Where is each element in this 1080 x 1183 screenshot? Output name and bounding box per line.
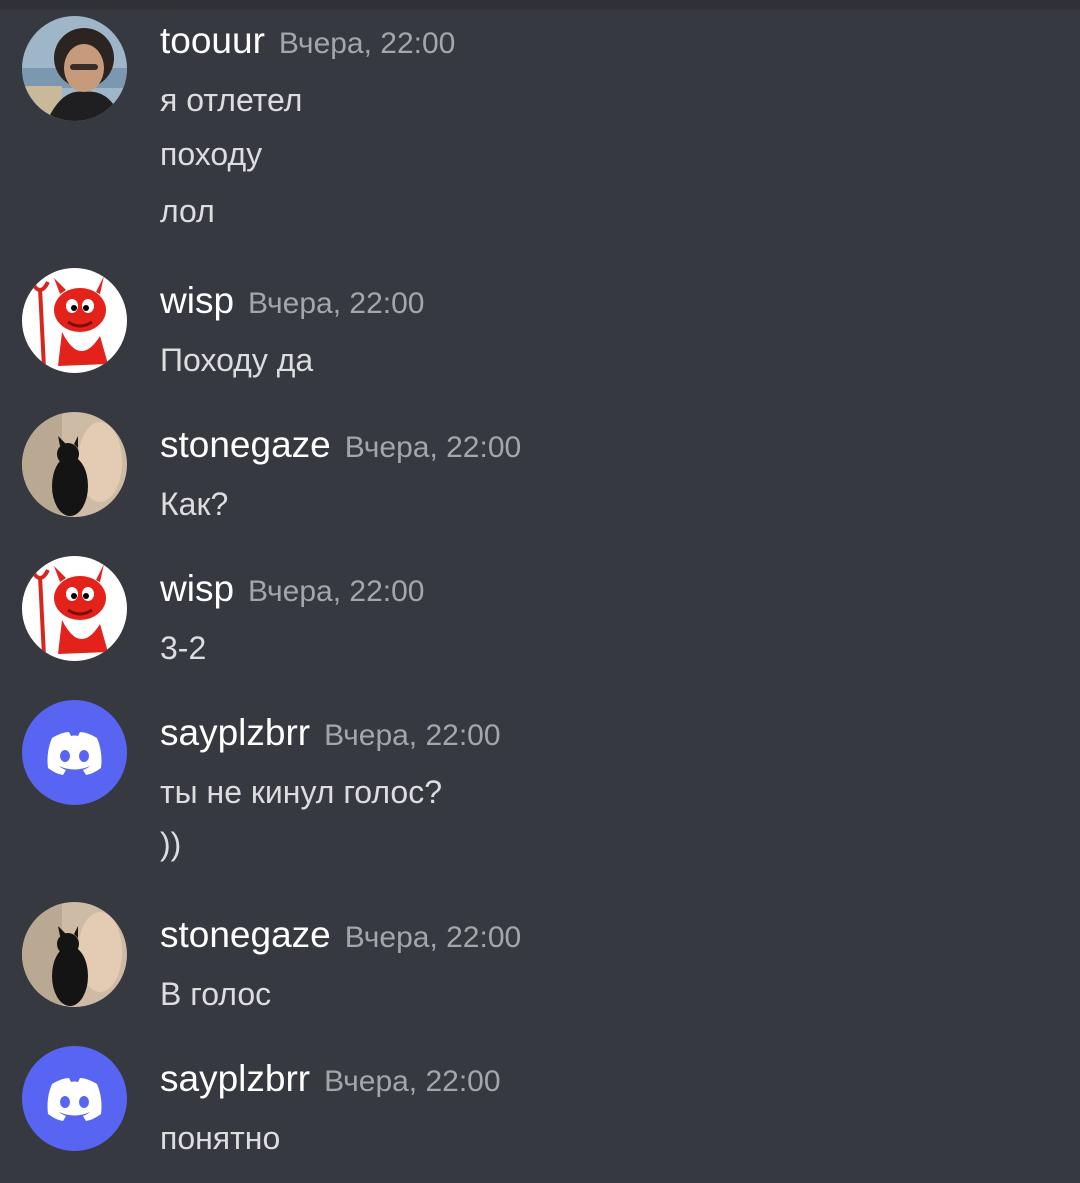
photo-man-avatar-icon [22,16,127,121]
message-header: wisp Вчера, 22:00 [160,564,424,614]
username[interactable]: stonegaze [160,914,331,955]
avatar[interactable] [22,556,127,661]
message-text: )) [160,826,182,862]
username[interactable]: stonegaze [160,424,331,465]
username[interactable]: toouur [160,20,265,61]
avatar[interactable] [22,268,127,373]
message-header: stonegaze Вчера, 22:00 [160,910,521,960]
message-header: toouur Вчера, 22:00 [160,16,455,66]
avatar[interactable] [22,16,127,121]
username[interactable]: sayplzbrr [160,1058,310,1099]
username[interactable]: wisp [160,568,234,609]
message-header: sayplzbrr Вчера, 22:00 [160,708,501,758]
message-text: понятно [160,1120,281,1156]
message-text: 3-2 [160,630,207,666]
message-text: Походу да [160,342,314,378]
message-text: В голос [160,976,272,1012]
avatar[interactable] [22,412,127,517]
black-cat-photo-avatar-icon [22,412,127,517]
discord-default-avatar-icon [22,1046,127,1151]
timestamp[interactable]: Вчера, 22:00 [248,287,424,320]
message-text: я отлетел [160,82,303,118]
message-text: ты не кинул голос? [160,774,442,810]
timestamp[interactable]: Вчера, 22:00 [248,575,424,608]
message-text: Как? [160,486,229,522]
timestamp[interactable]: Вчера, 22:00 [345,921,521,954]
avatar[interactable] [22,1046,127,1151]
message-header: sayplzbrr Вчера, 22:00 [160,1054,501,1104]
timestamp[interactable]: Вчера, 22:00 [345,431,521,464]
message-text: походу [160,136,263,172]
red-devil-avatar-icon [22,268,127,373]
timestamp[interactable]: Вчера, 22:00 [324,1065,500,1098]
message-text: лол [160,193,215,229]
username[interactable]: wisp [160,280,234,321]
discord-default-avatar-icon [22,700,127,805]
top-bar [0,0,1080,10]
username[interactable]: sayplzbrr [160,712,310,753]
message-header: wisp Вчера, 22:00 [160,276,424,326]
message-header: stonegaze Вчера, 22:00 [160,420,521,470]
black-cat-photo-avatar-icon [22,902,127,1007]
red-devil-avatar-icon [22,556,127,661]
avatar[interactable] [22,700,127,805]
timestamp[interactable]: Вчера, 22:00 [324,719,500,752]
timestamp[interactable]: Вчера, 22:00 [279,27,455,60]
avatar[interactable] [22,902,127,1007]
